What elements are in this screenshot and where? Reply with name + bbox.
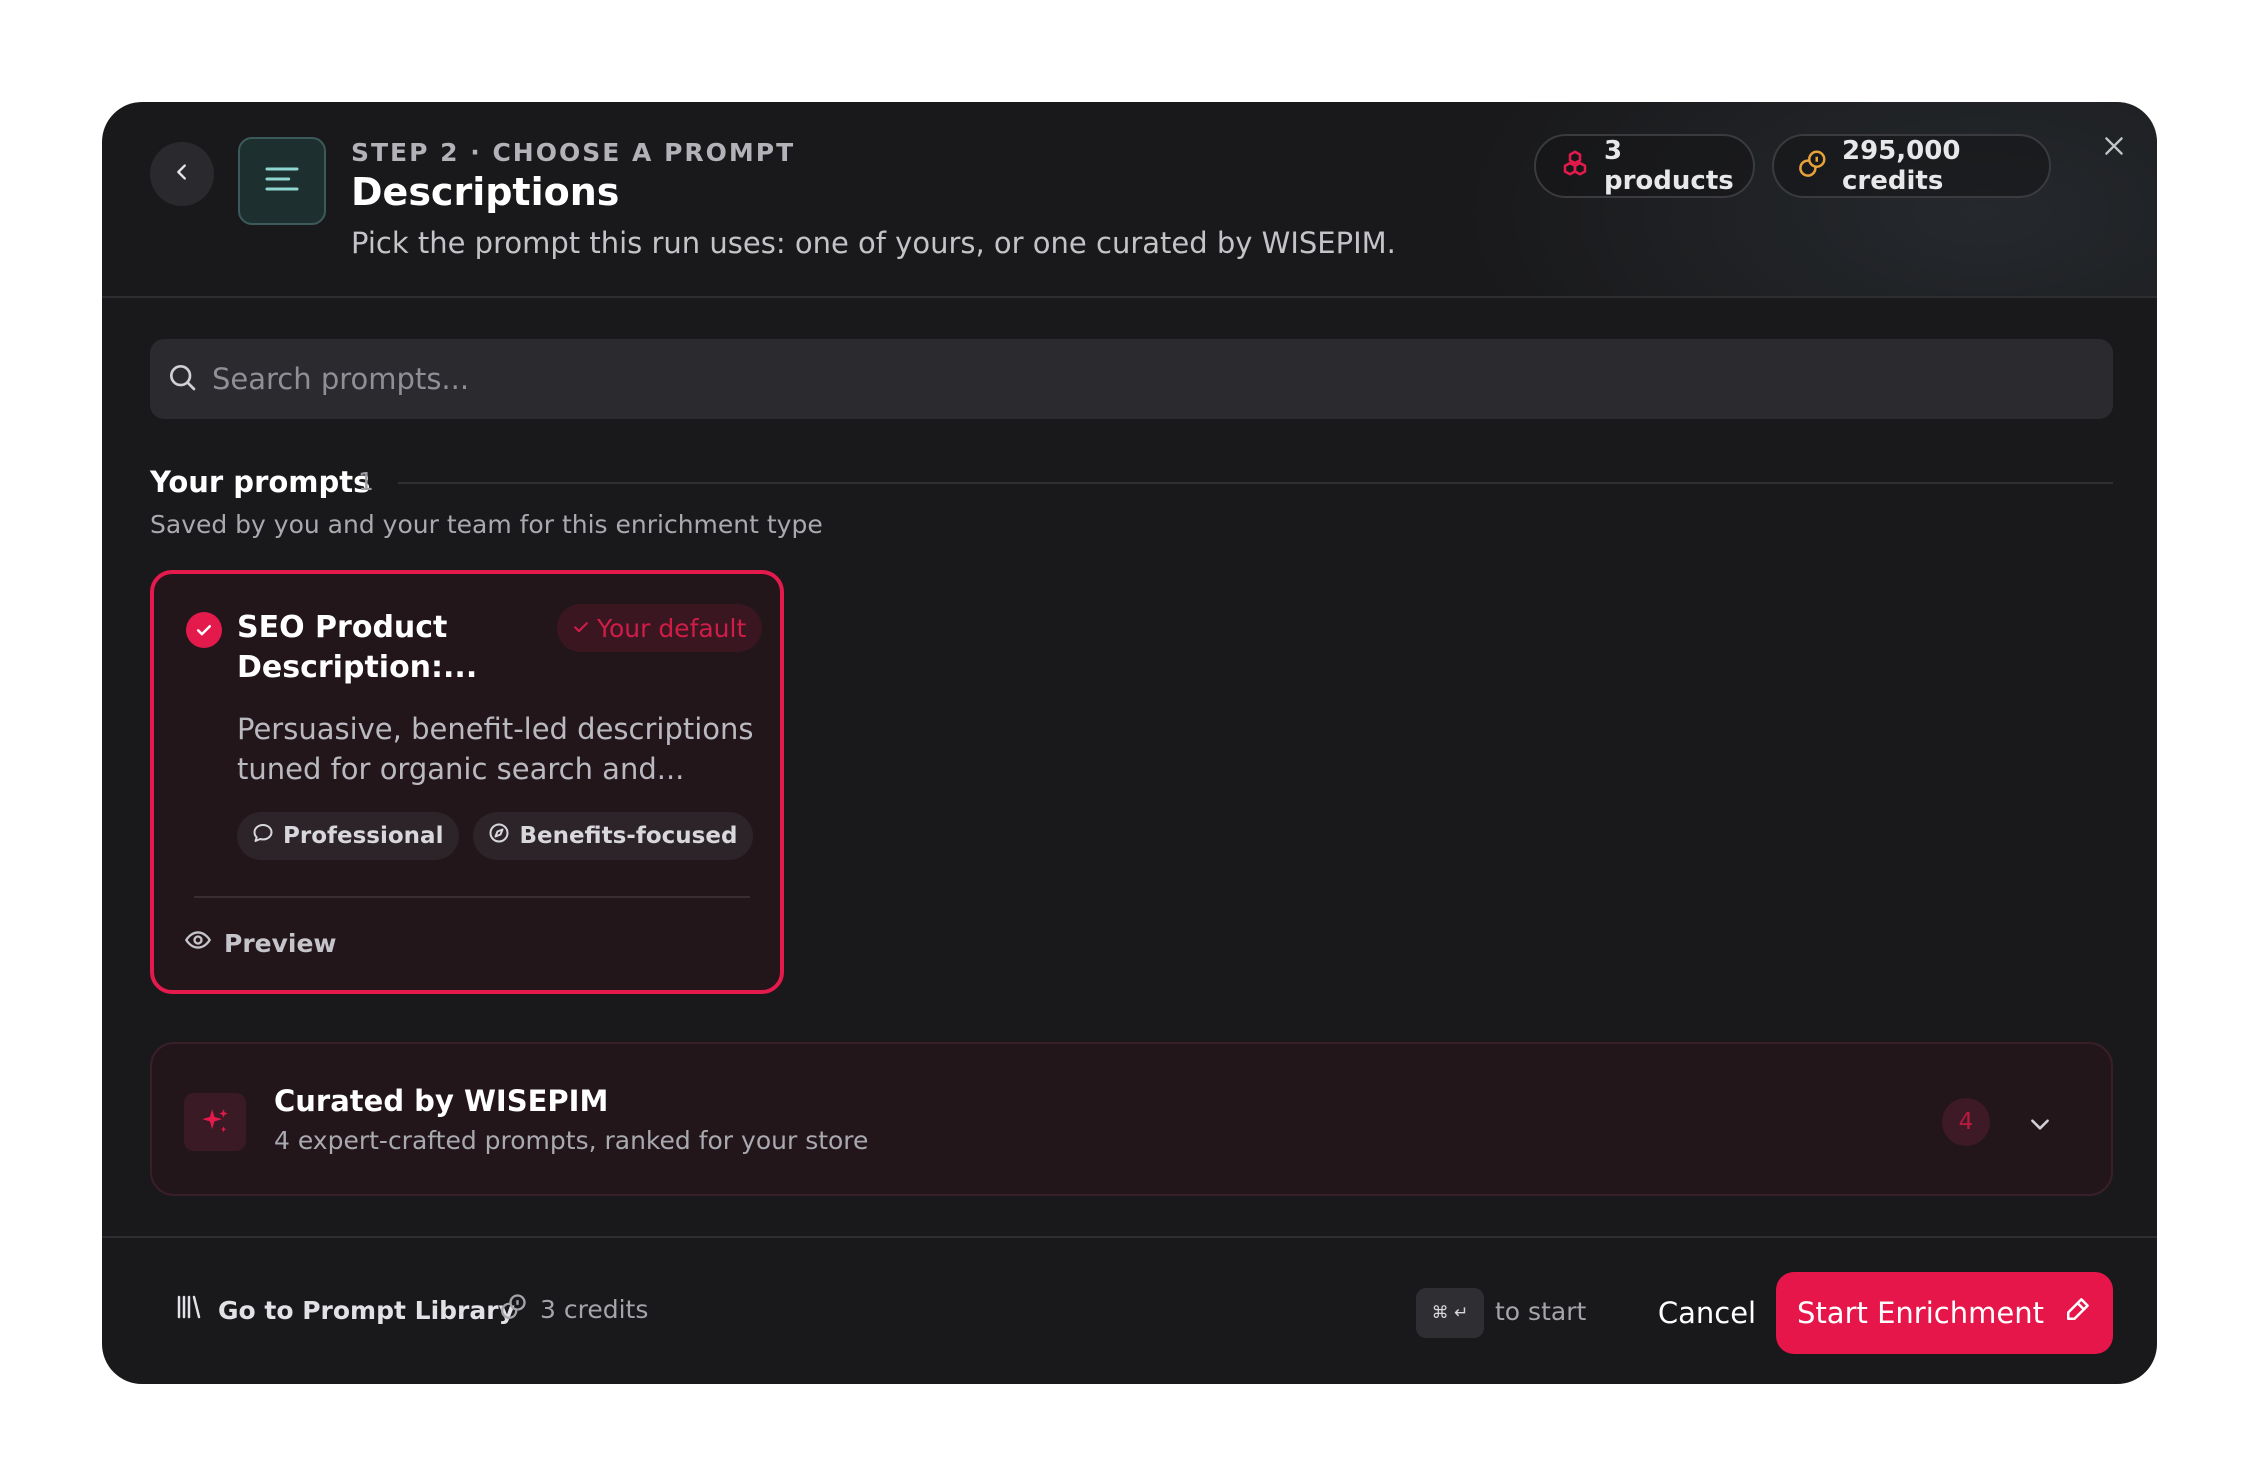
text-lines-icon xyxy=(262,159,302,203)
curated-subtitle: 4 expert-crafted prompts, ranked for you… xyxy=(274,1126,869,1155)
compass-icon xyxy=(487,821,511,851)
sparkles-icon xyxy=(184,1093,246,1151)
choose-prompt-modal: STEP 2 · CHOOSE A PROMPT Descriptions Pi… xyxy=(102,102,2157,1384)
tag-benefits-focused: Benefits-focused xyxy=(473,812,754,860)
your-prompts-heading: Your prompts xyxy=(150,465,371,499)
your-prompts-count: 1 xyxy=(358,467,374,496)
start-enrichment-button[interactable]: Start Enrichment xyxy=(1776,1272,2113,1354)
chevron-down-icon[interactable] xyxy=(2020,1104,2060,1144)
tag-label: Benefits-focused xyxy=(519,823,738,849)
curated-title: Curated by WISEPIM xyxy=(274,1084,609,1118)
library-icon xyxy=(174,1292,204,1328)
page-subtitle: Pick the prompt this run uses: one of yo… xyxy=(351,226,1396,260)
card-divider xyxy=(194,896,750,898)
step-label: STEP 2 · CHOOSE A PROMPT xyxy=(351,138,796,167)
tag-label: Professional xyxy=(283,823,444,849)
chevron-left-icon xyxy=(171,161,193,187)
products-count: 3 products xyxy=(1604,136,1734,196)
cubes-icon xyxy=(1560,148,1590,185)
products-pill: 3 products xyxy=(1534,134,1755,198)
enrichment-type-icon xyxy=(238,137,326,225)
start-enrichment-label: Start Enrichment xyxy=(1797,1296,2044,1330)
search-bar xyxy=(150,339,2113,419)
keyboard-shortcut-badge: ⌘ ↵ xyxy=(1416,1288,1484,1338)
credits-pill: 295,000 credits xyxy=(1772,134,2051,198)
prompt-library-link[interactable]: Go to Prompt Library xyxy=(174,1292,515,1328)
coins-icon xyxy=(1798,148,1828,185)
preview-label: Preview xyxy=(224,928,337,958)
keyboard-shortcut-hint: to start xyxy=(1495,1297,1587,1326)
curated-section-toggle[interactable]: Curated by WISEPIM 4 expert-crafted prom… xyxy=(150,1042,2113,1196)
preview-button[interactable]: Preview xyxy=(184,926,337,960)
page-title: Descriptions xyxy=(351,170,620,214)
close-button[interactable] xyxy=(2094,128,2134,168)
prompt-library-label: Go to Prompt Library xyxy=(218,1295,515,1325)
prompt-card-title: SEO Product Description:... xyxy=(237,610,478,685)
check-icon xyxy=(571,614,591,643)
close-icon xyxy=(2101,133,2127,163)
your-prompts-subtitle: Saved by you and your team for this enri… xyxy=(150,510,823,539)
section-divider xyxy=(398,482,2113,484)
credits-balance: 295,000 credits xyxy=(1842,136,1961,196)
prompt-card-seo-description[interactable]: SEO Product Description:... Your default… xyxy=(150,570,784,994)
prompt-card-tags: Professional Benefits-focused xyxy=(237,812,754,860)
coins-icon xyxy=(500,1292,528,1326)
default-badge: Your default xyxy=(557,604,763,652)
run-cost: 3 credits xyxy=(500,1292,648,1326)
selected-check-icon xyxy=(186,612,222,648)
prompt-card-description: Persuasive, benefit-led descriptions tun… xyxy=(237,712,754,786)
run-cost-label: 3 credits xyxy=(540,1294,649,1324)
curated-count-badge: 4 xyxy=(1942,1098,1990,1146)
modal-header: STEP 2 · CHOOSE A PROMPT Descriptions Pi… xyxy=(102,102,2157,298)
footer-divider xyxy=(102,1236,2157,1238)
search-icon xyxy=(166,361,198,397)
search-input[interactable] xyxy=(212,362,2062,396)
cancel-button[interactable]: Cancel xyxy=(1632,1272,1782,1354)
eye-icon xyxy=(184,926,212,960)
back-button[interactable] xyxy=(150,142,214,206)
eraser-icon xyxy=(2062,1295,2092,1332)
tag-professional: Professional xyxy=(237,812,460,860)
default-badge-label: Your default xyxy=(597,613,747,643)
speech-bubble-icon xyxy=(251,821,275,851)
